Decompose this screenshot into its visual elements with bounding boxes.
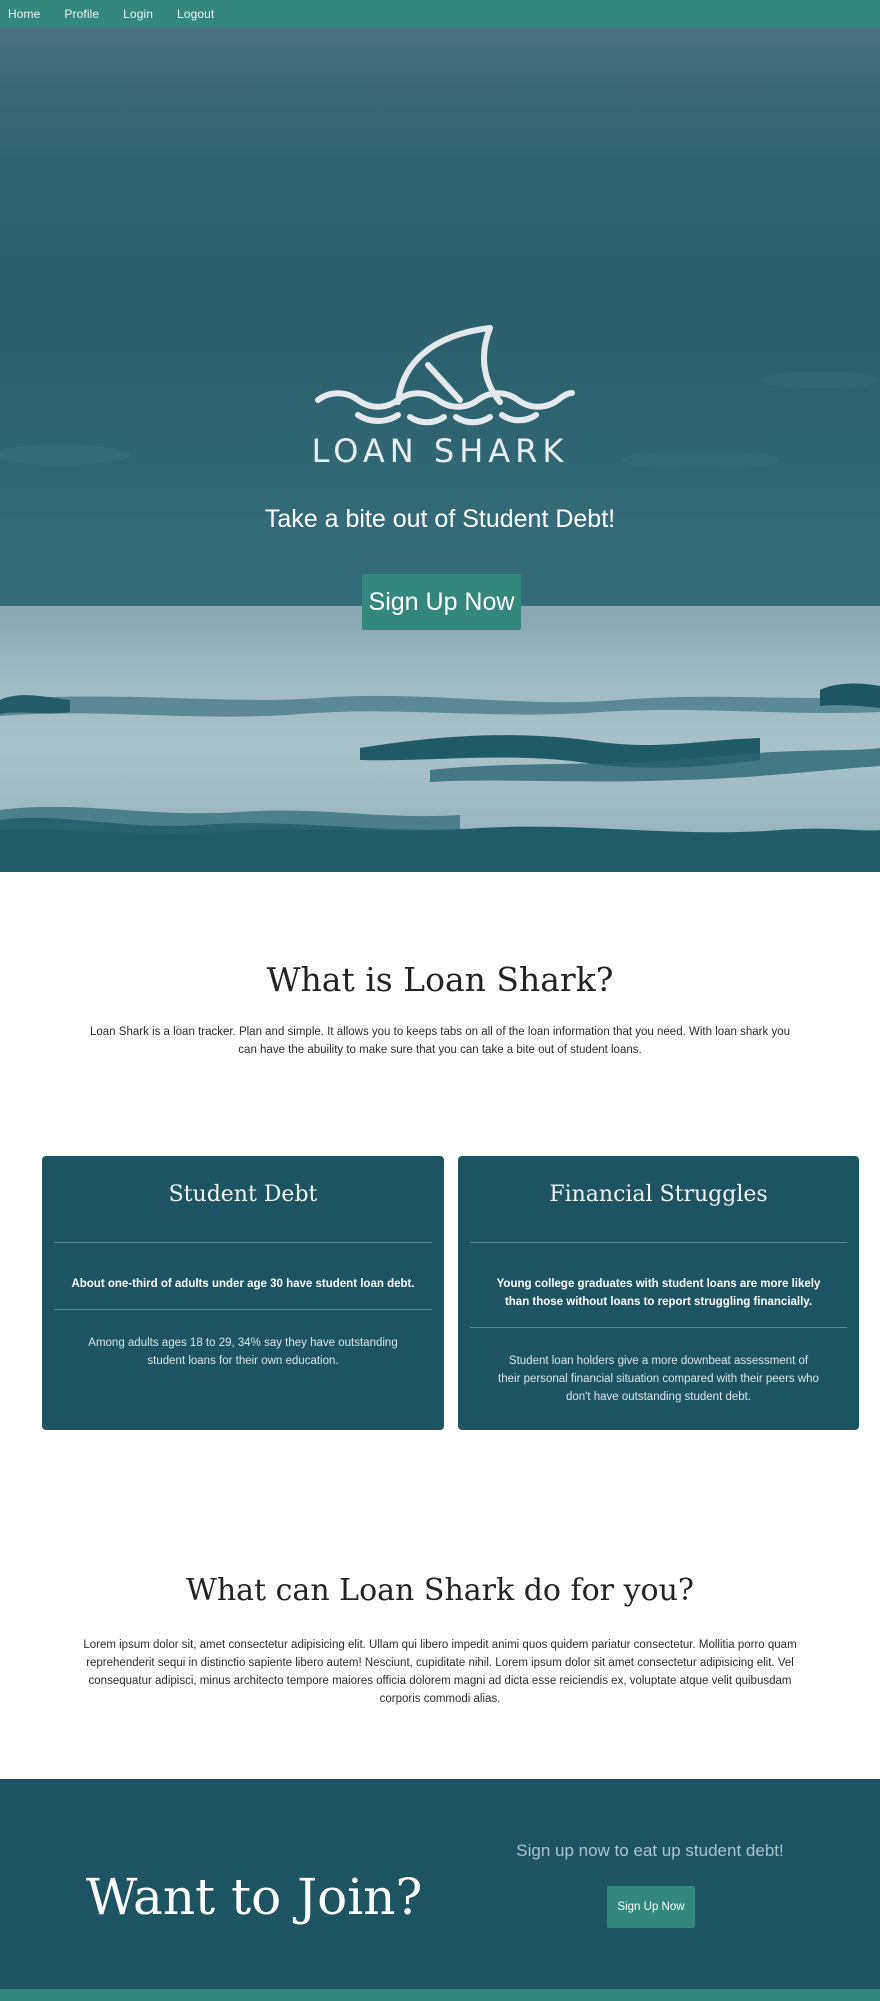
about-text: Loan Shark is a loan tracker. Plan and s… (90, 1026, 790, 1056)
nav-link-profile[interactable]: Profile (64, 7, 99, 21)
top-nav: Home Profile Login Logout (0, 0, 880, 28)
join-section: Want to Join? Sign up now to eat up stud… (0, 1779, 880, 1989)
financial-struggles-card: Financial Struggles Young college gradua… (458, 1156, 859, 1430)
join-title: Want to Join? (86, 1868, 423, 1926)
features-text: Lorem ipsum dolor sit, amet consectetur … (83, 1639, 797, 1705)
shark-fin-logo-icon (315, 325, 575, 426)
student-debt-card: Student Debt About one-third of adults u… (42, 1156, 444, 1430)
card-highlight: Young college graduates with student loa… (496, 1278, 821, 1308)
hero-tagline: Take a bite out of Student Debt! (264, 505, 616, 533)
nav-link-login[interactable]: Login (123, 7, 153, 21)
join-signup-button[interactable]: Sign Up Now (607, 1886, 695, 1928)
join-subtitle: Sign up now to eat up student debt! (516, 1841, 784, 1860)
brand-name: LOAN SHARK (311, 432, 569, 470)
card-body: Among adults ages 18 to 29, 34% say they… (88, 1337, 398, 1367)
card-highlight: About one-third of adults under age 30 h… (71, 1278, 415, 1290)
card-divider (54, 1242, 432, 1243)
card-title: Financial Struggles (549, 1182, 768, 1207)
hero-signup-button[interactable]: Sign Up Now (362, 574, 521, 630)
nav-link-home[interactable]: Home (8, 7, 40, 21)
about-title: What is Loan Shark? (266, 960, 614, 999)
card-divider (54, 1309, 432, 1310)
hero-section: LOAN SHARK Take a bite out of Student De… (0, 0, 880, 872)
footer-bar (0, 1989, 880, 2001)
nav-link-logout[interactable]: Logout (177, 7, 214, 21)
card-body: Student loan holders give a more downbea… (498, 1355, 819, 1403)
card-divider (470, 1327, 847, 1328)
card-title: Student Debt (168, 1182, 318, 1207)
card-divider (470, 1242, 847, 1243)
features-title: What can Loan Shark do for you? (186, 1573, 694, 1608)
